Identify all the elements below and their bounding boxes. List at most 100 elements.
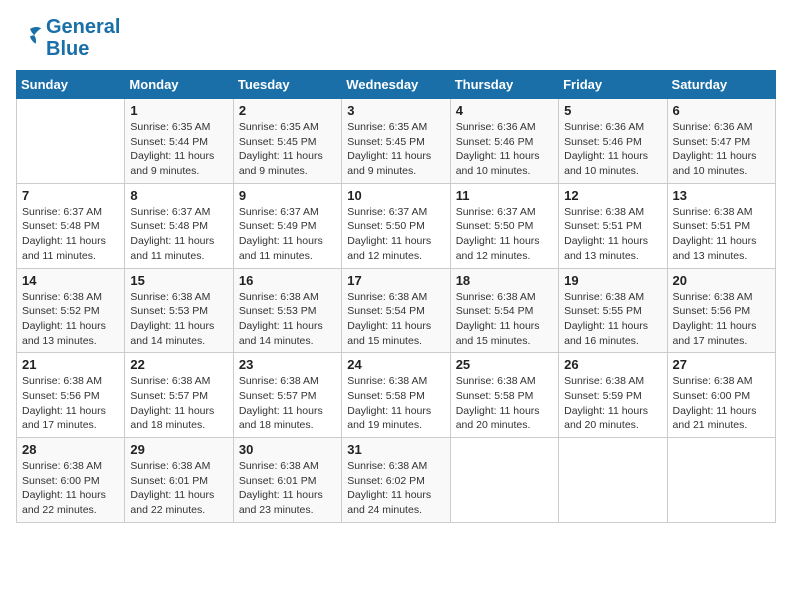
calendar-cell: 10 Sunrise: 6:37 AMSunset: 5:50 PMDayligh… [342,183,450,268]
day-info: Sunrise: 6:38 AMSunset: 5:58 PMDaylight:… [456,374,553,433]
day-info: Sunrise: 6:38 AMSunset: 5:56 PMDaylight:… [22,374,119,433]
day-number: 25 [456,357,553,372]
day-number: 13 [673,188,770,203]
day-number: 6 [673,103,770,118]
day-info: Sunrise: 6:37 AMSunset: 5:49 PMDaylight:… [239,205,336,264]
calendar-cell: 6 Sunrise: 6:36 AMSunset: 5:47 PMDaylight… [667,99,775,184]
day-number: 23 [239,357,336,372]
day-number: 26 [564,357,661,372]
day-info: Sunrise: 6:35 AMSunset: 5:44 PMDaylight:… [130,120,227,179]
day-info: Sunrise: 6:38 AMSunset: 5:51 PMDaylight:… [564,205,661,264]
calendar-cell: 26 Sunrise: 6:38 AMSunset: 5:59 PMDayligh… [559,353,667,438]
day-number: 28 [22,442,119,457]
calendar-cell: 30Sunrise: 6:38 AMSunset: 6:01 PMDayligh… [233,438,341,523]
day-info: Sunrise: 6:38 AMSunset: 5:58 PMDaylight:… [347,374,444,433]
day-info: Sunrise: 6:38 AMSunset: 6:00 PMDaylight:… [673,374,770,433]
calendar-cell: 1 Sunrise: 6:35 AMSunset: 5:44 PMDaylight… [125,99,233,184]
day-number: 29 [130,442,227,457]
day-info: Sunrise: 6:36 AMSunset: 5:46 PMDaylight:… [456,120,553,179]
day-info: Sunrise: 6:36 AMSunset: 5:47 PMDaylight:… [673,120,770,179]
calendar-cell [559,438,667,523]
day-info: Sunrise: 6:38 AMSunset: 5:54 PMDaylight:… [347,290,444,349]
week-row-3: 14Sunrise: 6:38 AMSunset: 5:52 PMDayligh… [17,268,776,353]
calendar-cell [667,438,775,523]
calendar-cell [17,99,125,184]
day-info: Sunrise: 6:38 AMSunset: 5:55 PMDaylight:… [564,290,661,349]
day-number: 22 [130,357,227,372]
day-number: 4 [456,103,553,118]
week-row-5: 28 Sunrise: 6:38 AMSunset: 6:00 PMDayligh… [17,438,776,523]
day-info: Sunrise: 6:38 AMSunset: 5:54 PMDaylight:… [456,290,553,349]
day-info: Sunrise: 6:37 AMSunset: 5:50 PMDaylight:… [456,205,553,264]
day-number: 18 [456,273,553,288]
page-header: General Blue [16,16,776,60]
day-number: 5 [564,103,661,118]
calendar-cell: 20Sunrise: 6:38 AMSunset: 5:56 PMDayligh… [667,268,775,353]
calendar-cell: 29 Sunrise: 6:38 AMSunset: 6:01 PMDayligh… [125,438,233,523]
day-number: 16 [239,273,336,288]
calendar-cell: 8 Sunrise: 6:37 AMSunset: 5:48 PMDaylight… [125,183,233,268]
day-number: 8 [130,188,227,203]
day-header-sunday: Sunday [17,71,125,99]
day-number: 2 [239,103,336,118]
calendar-cell: 12 Sunrise: 6:38 AMSunset: 5:51 PMDayligh… [559,183,667,268]
calendar-cell: 24 Sunrise: 6:38 AMSunset: 5:58 PMDayligh… [342,353,450,438]
day-number: 20 [673,273,770,288]
calendar-cell: 7Sunrise: 6:37 AMSunset: 5:48 PMDaylight… [17,183,125,268]
calendar-cell: 4 Sunrise: 6:36 AMSunset: 5:46 PMDaylight… [450,99,558,184]
calendar-cell: 15 Sunrise: 6:38 AMSunset: 5:53 PMDayligh… [125,268,233,353]
day-info: Sunrise: 6:35 AMSunset: 5:45 PMDaylight:… [239,120,336,179]
calendar-cell: 23Sunrise: 6:38 AMSunset: 5:57 PMDayligh… [233,353,341,438]
day-info: Sunrise: 6:37 AMSunset: 5:48 PMDaylight:… [130,205,227,264]
day-info: Sunrise: 6:38 AMSunset: 5:59 PMDaylight:… [564,374,661,433]
day-info: Sunrise: 6:38 AMSunset: 5:53 PMDaylight:… [130,290,227,349]
day-info: Sunrise: 6:38 AMSunset: 5:53 PMDaylight:… [239,290,336,349]
week-row-1: 1 Sunrise: 6:35 AMSunset: 5:44 PMDaylight… [17,99,776,184]
day-number: 15 [130,273,227,288]
day-header-saturday: Saturday [667,71,775,99]
day-number: 9 [239,188,336,203]
day-number: 31 [347,442,444,457]
calendar-cell: 5 Sunrise: 6:36 AMSunset: 5:46 PMDaylight… [559,99,667,184]
day-number: 12 [564,188,661,203]
calendar-cell: 9 Sunrise: 6:37 AMSunset: 5:49 PMDaylight… [233,183,341,268]
day-info: Sunrise: 6:35 AMSunset: 5:45 PMDaylight:… [347,120,444,179]
logo: General Blue [16,16,120,60]
day-info: Sunrise: 6:36 AMSunset: 5:46 PMDaylight:… [564,120,661,179]
day-number: 21 [22,357,119,372]
calendar-cell: 3Sunrise: 6:35 AMSunset: 5:45 PMDaylight… [342,99,450,184]
calendar-cell: 27 Sunrise: 6:38 AMSunset: 6:00 PMDayligh… [667,353,775,438]
day-header-thursday: Thursday [450,71,558,99]
calendar-cell: 22 Sunrise: 6:38 AMSunset: 5:57 PMDayligh… [125,353,233,438]
calendar-table: SundayMondayTuesdayWednesdayThursdayFrid… [16,70,776,523]
logo-icon [16,24,44,48]
day-number: 24 [347,357,444,372]
day-number: 17 [347,273,444,288]
day-info: Sunrise: 6:38 AMSunset: 6:00 PMDaylight:… [22,459,119,518]
calendar-cell: 17 Sunrise: 6:38 AMSunset: 5:54 PMDayligh… [342,268,450,353]
day-info: Sunrise: 6:38 AMSunset: 5:57 PMDaylight:… [130,374,227,433]
calendar-cell: 16 Sunrise: 6:38 AMSunset: 5:53 PMDayligh… [233,268,341,353]
logo-text: General Blue [46,16,120,60]
day-info: Sunrise: 6:38 AMSunset: 6:02 PMDaylight:… [347,459,444,518]
calendar-cell: 18 Sunrise: 6:38 AMSunset: 5:54 PMDayligh… [450,268,558,353]
calendar-cell: 14Sunrise: 6:38 AMSunset: 5:52 PMDayligh… [17,268,125,353]
day-number: 27 [673,357,770,372]
day-info: Sunrise: 6:38 AMSunset: 6:01 PMDaylight:… [239,459,336,518]
calendar-cell: 19 Sunrise: 6:38 AMSunset: 5:55 PMDayligh… [559,268,667,353]
day-header-friday: Friday [559,71,667,99]
day-info: Sunrise: 6:37 AMSunset: 5:50 PMDaylight:… [347,205,444,264]
day-number: 1 [130,103,227,118]
day-number: 10 [347,188,444,203]
day-number: 7 [22,188,119,203]
day-header-tuesday: Tuesday [233,71,341,99]
day-info: Sunrise: 6:38 AMSunset: 5:51 PMDaylight:… [673,205,770,264]
day-info: Sunrise: 6:38 AMSunset: 5:52 PMDaylight:… [22,290,119,349]
calendar-cell: 28 Sunrise: 6:38 AMSunset: 6:00 PMDayligh… [17,438,125,523]
week-row-2: 7 Sunrise: 6:37 AMSunset: 5:48 PMDaylight… [17,183,776,268]
day-number: 11 [456,188,553,203]
day-info: Sunrise: 6:38 AMSunset: 6:01 PMDaylight:… [130,459,227,518]
calendar-cell: 25 Sunrise: 6:38 AMSunset: 5:58 PMDayligh… [450,353,558,438]
day-header-monday: Monday [125,71,233,99]
day-number: 19 [564,273,661,288]
